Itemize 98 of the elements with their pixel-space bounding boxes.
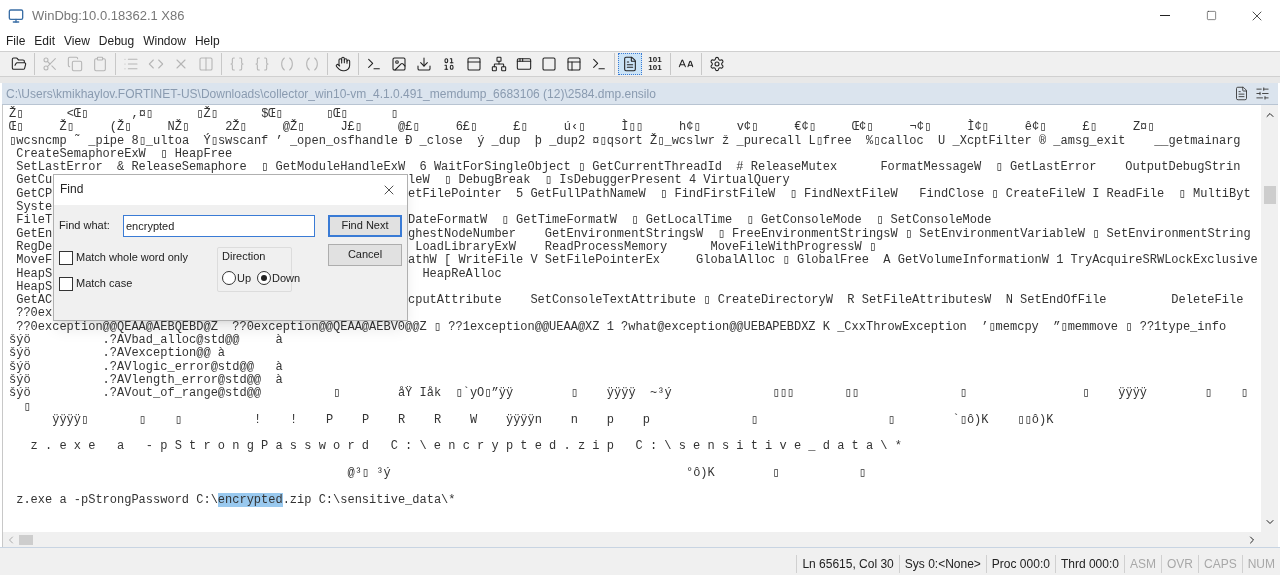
text-line: HeapReAlloc (421, 267, 502, 281)
braces-icon (254, 56, 270, 72)
text-line: šýö .?AVlogic_error@std@@ à (9, 359, 283, 374)
text-line: ▯ (22, 399, 31, 414)
text-line: GetCu (15, 174, 53, 188)
menu-item[interactable]: Debug (98, 32, 135, 50)
hand-icon (335, 56, 351, 72)
radio-button[interactable] (257, 271, 272, 286)
vertical-scrollbar[interactable] (1261, 105, 1278, 532)
code-icon (148, 56, 164, 72)
checkbox[interactable] (59, 277, 73, 291)
group-label: Direction (222, 250, 267, 264)
text-line: cputAttribute SetConsoleTextAttribute ▯ CreateDirectoryW R SetFileAttributesW N SetEndOfFile DeleteFile (408, 294, 1244, 308)
horizontal-scrollbar[interactable] (3, 532, 1278, 547)
status-field: Proc 000:0 (985, 555, 1055, 573)
text-line: GetAC (15, 294, 53, 308)
text-line: ??0exception@@QEAA@AEBQEBD@Z ??0exception@@QEAA@AEBV0@@Z ▯ ??1exception@@UEAA@XZ 1 ?what@exception@@UEBAPEBDXZ K _CxxThrowException ’▯memcpy ”▯memmove ▯ ??1type_info (15, 319, 1227, 334)
menu-item[interactable]: Edit (34, 32, 56, 50)
text-line: LoadLibraryExW ReadProcessMemory MoveFileWithProgressW ▯ (415, 240, 877, 254)
status-field: Ln 65615, Col 30 (796, 555, 899, 573)
binary-icon (441, 56, 457, 72)
status-field: NUM (1241, 555, 1280, 573)
text-line: athW [ WriteFile V SetFilePointerEx GlobalAlloc ▯ GlobalFree A GetVolumeInformationW 1 TryAcquireSRWLockExclusive (408, 254, 1258, 268)
document-icon (1234, 86, 1249, 101)
square-icon (541, 56, 557, 72)
find-what-field[interactable]: encrypted (123, 215, 315, 237)
text-line: RegDe (15, 240, 53, 254)
braces-icon (229, 56, 245, 72)
settings-icon (709, 56, 725, 72)
paste-icon (92, 56, 108, 72)
menu-item[interactable]: File (6, 32, 26, 50)
document-button[interactable] (618, 53, 642, 75)
dialog-title: Find (60, 183, 84, 197)
cut-icon (42, 56, 58, 72)
copy-icon (67, 56, 83, 72)
minimize-icon (1160, 15, 1170, 16)
folder-icon (11, 56, 27, 72)
dialog-button[interactable]: Find Next (328, 215, 402, 237)
field-label: Find what: (59, 219, 111, 233)
status-field: Sys 0:<None> (898, 555, 986, 573)
maximize-icon (1205, 10, 1217, 21)
network-icon (491, 56, 507, 72)
status-field: OVR (1160, 555, 1198, 573)
checkbox-label: Match whole word only (76, 251, 188, 265)
panels-icon (566, 56, 582, 72)
text-line: z . e x e a - p S t r o n g P a s s w o r d C : \ e n c r y p t e d . z i p C : \ s e n s i t i v e _ d a t a \ * (29, 439, 902, 454)
radio-label: Down (272, 271, 301, 285)
text-line: šýö .?AVexception@@ à (9, 346, 226, 361)
text-line: GetCP (15, 187, 53, 201)
text-line: z.exe a -pStrongPassword C:\encrypted.zip C:\sensitive_data\* (15, 491, 457, 507)
text-line: šýö .?AVbad_alloc@std@@ à (9, 333, 283, 348)
radio-label: Up (237, 271, 252, 285)
window-icon (516, 56, 532, 72)
text-line: @³▯ ³ý °ô)K ▯ ▯ (346, 466, 866, 480)
options-icon (1255, 86, 1270, 101)
text-line: šýö .?AVout_of_range@std@@ ▯ åŸ Iåk ▯`yO▯”ÿÿ ▯ ÿÿÿÿ ~³ý ▯▯▯ ▯▯ ▯ ▯ ÿÿÿÿ ▯ ▯ (9, 386, 1248, 401)
text-line: DateFormatW ▯ GetTimeFormatW ▯ GetLocalTime ▯ GetConsoleMode ▯ SetConsoleMode (408, 214, 992, 228)
status-field: CAPS (1198, 555, 1242, 573)
text-line: ghestNodeNumber GetEnvironmentStringsW ▯ FreeEnvironmentStringsW ▯ SetEnvironmentVariableW ▯ SetEnvironmentString (408, 227, 1251, 241)
terminal-icon (366, 56, 382, 72)
text-line: HeapS (15, 280, 53, 294)
text-line: šýö .?AVlength_error@std@@ à (9, 372, 283, 387)
picture-icon (391, 56, 407, 72)
text-line: FileT (15, 214, 53, 228)
panel-icon (466, 56, 482, 72)
menu-item[interactable]: View (64, 32, 90, 50)
checkbox-label: Match case (76, 277, 133, 291)
hex-view-button[interactable]: 101 101 (643, 53, 667, 75)
document-path: C:\Users\kmikhaylov.FORTINET-US\Downloads\collector_win10-vm_4.1.0.491_memdump_6683106 (12)\2584.dmp.ensilo (6, 85, 656, 103)
dialog-button[interactable]: Cancel (328, 244, 402, 266)
text-line: etFilePointer 5 GetFullPathNameW ▯ FindFirstFileW ▯ FindNextFileW FindClose ▯ CreateFileW I ReadFile ▯ MultiByt (408, 187, 1251, 202)
app-icon (8, 7, 24, 24)
scroll-thumb[interactable] (1263, 186, 1276, 204)
text-line: Syste (15, 201, 53, 215)
download-icon (416, 56, 432, 72)
status-field: Thrd 000:0 (1054, 555, 1124, 573)
window-title: WinDbg:10.0.18362.1 X86 (32, 6, 185, 25)
text-line: CreateSemaphoreExW ▯ HeapFree (16, 146, 233, 161)
columns-icon (198, 56, 214, 72)
list-icon (123, 56, 139, 72)
text-line: SetLastError & ReleaseSemaphore ▯ GetModuleHandleExW 6 WaitForSingleObject ▯ GetCurrentThreadId # ReleaseMutex FormatMessageW ▯ GetLastError OutputDebugStrin (15, 160, 1241, 175)
status-field: ASM (1123, 555, 1161, 573)
text-line: leW ▯ DebugBreak ▯ IsDebuggerPresent 4 VirtualQuery (408, 174, 790, 188)
radio-button[interactable] (222, 271, 236, 286)
menu-item[interactable]: Window (143, 32, 186, 50)
parentheses-icon (304, 56, 320, 72)
scroll-thumb[interactable] (19, 534, 33, 545)
text-line: GetEn (15, 227, 53, 241)
terminal-icon (591, 56, 607, 72)
parentheses-icon (279, 56, 295, 72)
text-line: ÿÿÿÿ▯ ▯ ▯ ! ! P P R R W ÿÿÿÿn n p p ▯ ▯ `▯ô)K ▯▯ô)K (51, 412, 1054, 427)
text-line: ▯wcsncmp ˜ _pipe 8▯_ultoa Ý▯swscanf ’ _open_osfhandle Ð _close ý _dup þ _dup2 ¤▯qsort Ž▯_wcslwr ž _purecall L▯free %▯calloc U _XcptFilter ® _amsg_exit __getmainarg (9, 133, 1241, 148)
text-line: ??0ex (15, 307, 53, 321)
document-icon (622, 56, 638, 72)
text-line: MoveF (15, 254, 53, 268)
checkbox[interactable] (59, 251, 73, 265)
text-line: HeapS (15, 267, 53, 281)
menu-item[interactable]: Help (194, 32, 220, 50)
